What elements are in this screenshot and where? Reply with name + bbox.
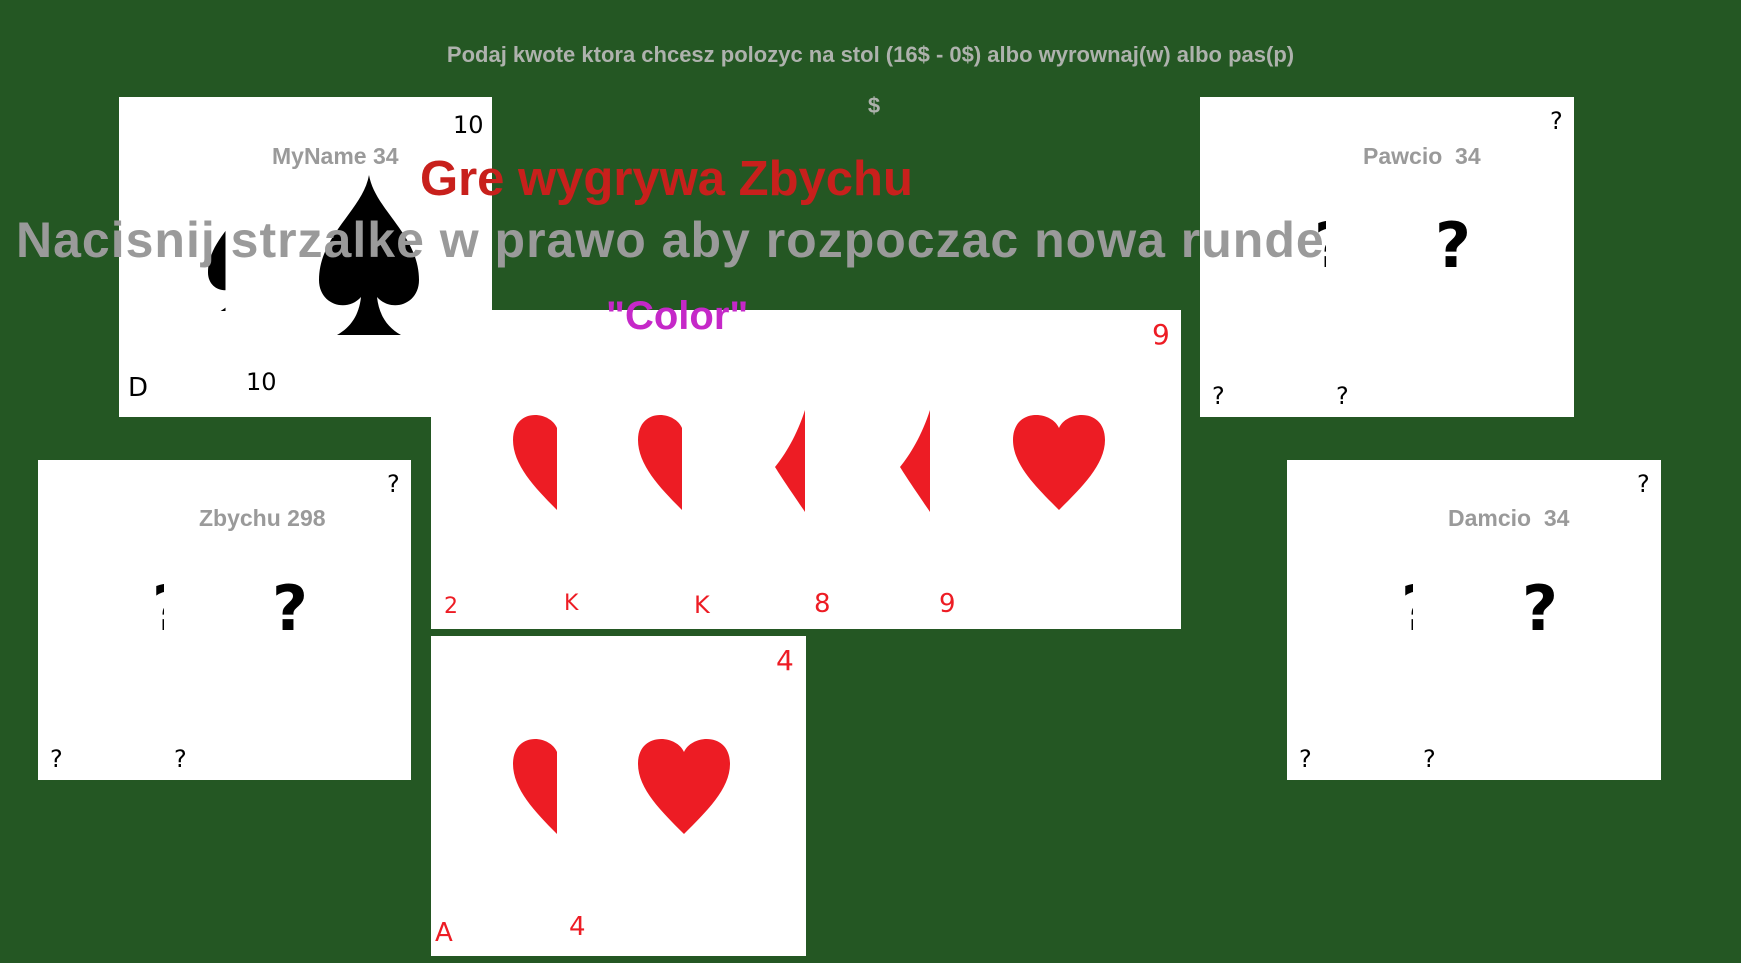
damcio-card2-rank: ? (1423, 745, 1436, 773)
table-card4-rank: 8 (814, 589, 831, 619)
bottom-top-rank: 4 (776, 644, 794, 677)
pawcio-top-rank: ? (1550, 107, 1563, 135)
table-card2-rank: K (564, 591, 579, 616)
heart-icon (1013, 415, 1105, 510)
zbychu-panel: Zbychu 298 ? ? ? ? ? (38, 460, 411, 780)
table-top-rank: 9 (1152, 318, 1170, 351)
damcio-card2-hidden: ? (1522, 572, 1558, 645)
zbychu-top-rank: ? (387, 470, 400, 498)
table-card1-rank: 2 (444, 594, 458, 619)
heart-icon (513, 739, 557, 834)
damcio-panel: Damcio 34 ? ? ? ? ? (1287, 460, 1661, 780)
zbychu-card2-hidden: ? (272, 572, 308, 645)
bet-prompt: Podaj kwote ktora chcesz polozyc na stol… (446, 42, 1295, 67)
bottom-card2-rank: 4 (569, 912, 586, 942)
table-card5-rank: 9 (939, 589, 956, 619)
my-card1-rank: D (128, 373, 149, 403)
pawcio-card2-hidden: ? (1435, 209, 1471, 282)
zbychu-player-name: Zbychu 298 (199, 505, 326, 531)
new-round-message: Nacisnij strzalke w prawo aby rozpoczac … (16, 212, 1325, 268)
heart-icon (775, 410, 805, 512)
heart-icon (513, 415, 557, 510)
pawcio-card1-rank: ? (1212, 382, 1225, 410)
damcio-top-rank: ? (1637, 470, 1650, 498)
winner-message: Gre wygrywa Zbychu (420, 152, 913, 206)
zbychu-card2-rank: ? (174, 745, 187, 773)
damcio-card1-hidden: ? (1401, 572, 1413, 645)
bottom-card1-rank: A (435, 918, 453, 948)
heart-icon (900, 410, 930, 512)
table-cards-panel: 9 2 K K 8 9 (431, 310, 1181, 629)
pawcio-player-name: Pawcio 34 (1363, 143, 1481, 169)
my-player-name: MyName 34 (272, 143, 399, 169)
table-card3-rank: K (694, 591, 710, 619)
my-card2-rank: 10 (246, 368, 277, 396)
bottom-hand-panel: 4 A 4 (431, 636, 806, 956)
my-card-top-rank: 10 (453, 111, 484, 139)
pawcio-card2-rank: ? (1336, 382, 1349, 410)
heart-icon (638, 415, 682, 510)
hand-name: "Color" (606, 294, 749, 338)
zbychu-card1-rank: ? (50, 745, 63, 773)
zbychu-card1-hidden: ? (152, 572, 164, 645)
damcio-player-name: Damcio 34 (1448, 505, 1570, 531)
damcio-card1-rank: ? (1299, 745, 1312, 773)
heart-icon (638, 739, 730, 834)
